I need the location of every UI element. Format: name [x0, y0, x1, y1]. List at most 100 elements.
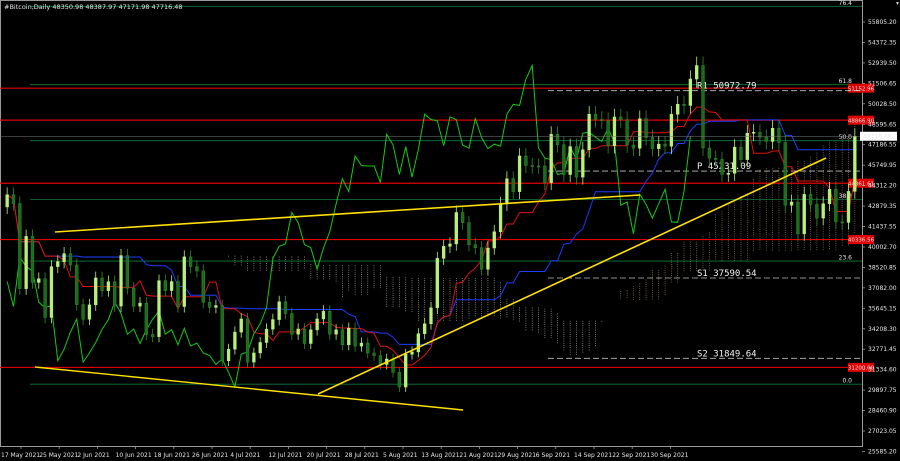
candle	[460, 205, 465, 230]
candle-body	[581, 149, 585, 178]
date-tick-label: 5 Aug 2021	[383, 452, 418, 459]
candle-body	[802, 194, 806, 235]
candle-body	[24, 236, 28, 289]
candle-body	[695, 65, 699, 80]
candle-body	[233, 331, 237, 350]
candle-body	[226, 348, 231, 361]
candle-body	[290, 313, 294, 335]
price-tick-label: 40002.70	[868, 244, 897, 251]
candle	[315, 313, 319, 336]
date-tick-label: 25 May 2021	[39, 452, 78, 459]
chart-window: 76.4 61.8 50.0 38.2 23.6 0.0 51152.96 48866.90 4…	[0, 0, 900, 461]
candle	[827, 181, 832, 211]
price-tick-label: 55805.20	[868, 19, 897, 26]
candle	[62, 247, 66, 269]
candle	[214, 299, 218, 314]
candle	[144, 297, 148, 341]
chart-header-title: #Bitcoin,Daily 48350.98 48387.97 47171.9…	[4, 3, 183, 11]
candle-body	[252, 352, 256, 363]
candle	[359, 337, 364, 352]
candle-body	[157, 280, 161, 337]
candle	[834, 181, 838, 229]
price-tick-label: 27023.05	[868, 428, 897, 435]
candle-body	[296, 328, 300, 335]
candle	[151, 328, 155, 343]
candle-body	[682, 104, 686, 106]
candle	[233, 326, 237, 355]
candle	[846, 184, 851, 230]
candle-body	[448, 243, 452, 247]
candle-body	[81, 304, 85, 320]
candle	[454, 205, 458, 251]
candle	[113, 275, 117, 313]
candle-body	[701, 65, 705, 149]
candle-body	[334, 329, 338, 335]
candle-body	[606, 120, 610, 146]
candle	[562, 136, 566, 183]
candle-body	[821, 203, 825, 219]
candle-body	[359, 342, 364, 347]
candle-body	[62, 253, 66, 263]
candle-body	[498, 203, 503, 232]
candle-body	[555, 134, 560, 146]
date-tick-label: 12 Jul 2021	[268, 452, 302, 459]
candle	[758, 124, 762, 146]
candle	[353, 322, 357, 352]
candle	[770, 120, 775, 150]
level-price-label: 40336.56	[848, 238, 875, 244]
candle-body	[11, 194, 16, 204]
date-tick-label: 2 Jun 2021	[77, 452, 109, 459]
ichimoku-cloud	[228, 121, 856, 355]
candle-body	[258, 342, 262, 354]
price-tick-label: 35645.15	[868, 305, 897, 312]
candle	[676, 95, 680, 123]
candle-body	[714, 157, 718, 160]
fib-label: 76.4	[839, 0, 853, 7]
price-chart[interactable]: 76.461.850.038.223.60.051152.9648866.904…	[0, 0, 900, 461]
candle-body	[593, 113, 598, 120]
candle	[745, 125, 749, 168]
fib-label: 0.0	[842, 378, 852, 385]
candle	[94, 271, 98, 311]
candle	[404, 348, 408, 393]
candle	[49, 260, 54, 324]
candle	[169, 275, 174, 297]
candle-body	[18, 203, 22, 289]
candle	[119, 248, 123, 313]
date-tick-label: 26 Jun 2021	[192, 452, 228, 459]
candle	[188, 250, 193, 274]
date-tick-label: 30 Sep 2021	[650, 452, 688, 459]
candle-body	[492, 231, 496, 249]
candle-body	[612, 116, 617, 146]
candle	[163, 274, 167, 297]
candle	[505, 171, 509, 212]
price-tick-label: 29897.75	[868, 387, 897, 394]
candle	[372, 347, 376, 361]
candle	[473, 237, 477, 255]
candle-body	[619, 116, 623, 120]
candle	[18, 196, 22, 295]
price-tick-label: 25585.20	[868, 448, 897, 455]
candle-body	[106, 281, 111, 291]
candle-body	[568, 146, 572, 175]
candle-body	[302, 328, 307, 344]
candle-body	[707, 147, 711, 159]
candle	[536, 158, 541, 174]
candle	[492, 224, 496, 255]
date-tick-label: 14 Sep 2021	[574, 452, 612, 459]
candle-body	[220, 305, 224, 361]
candle-body	[720, 159, 724, 175]
candle-body	[195, 266, 199, 272]
candle-body	[353, 328, 357, 347]
candle-body	[511, 178, 515, 192]
candle-body	[473, 244, 477, 248]
date-tick-label: 18 Jun 2021	[154, 452, 190, 459]
candle	[840, 214, 844, 230]
candle-body	[726, 173, 730, 175]
price-tick-label: 45749.95	[868, 162, 897, 169]
candle	[290, 307, 294, 340]
candle	[682, 95, 686, 114]
candle	[644, 110, 648, 146]
candle	[581, 141, 585, 185]
candle-body	[113, 281, 117, 307]
